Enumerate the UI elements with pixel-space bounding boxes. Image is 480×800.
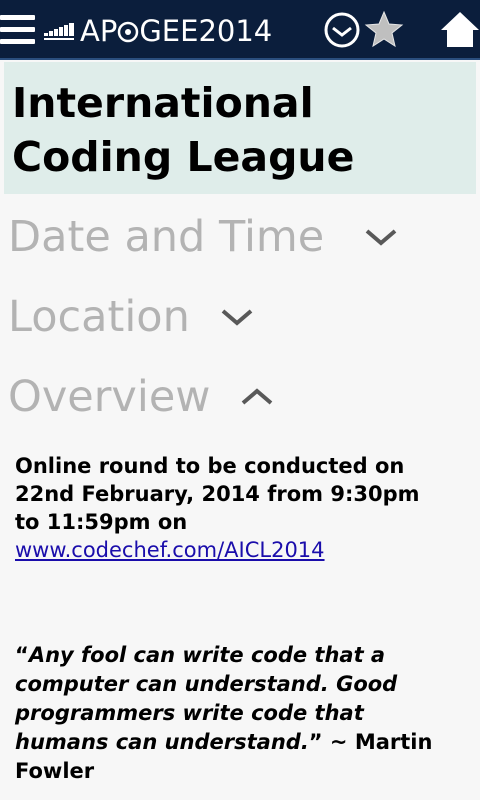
overview-details: Online round to be conducted on 22nd Feb… — [15, 452, 445, 564]
app-header: AP GEE2014 — [0, 0, 480, 60]
section-label: Location — [8, 292, 190, 342]
timer-icon[interactable] — [322, 10, 362, 50]
logo-icon — [44, 23, 74, 40]
section-overview[interactable]: Overview — [8, 362, 274, 432]
logo-o-icon — [118, 21, 139, 43]
codechef-link[interactable]: www.codechef.com/AICL2014 — [15, 538, 325, 562]
quote-close-mark: ” — [308, 730, 323, 754]
menu-icon[interactable] — [0, 13, 36, 47]
section-label: Overview — [8, 372, 211, 422]
section-label: Date and Time — [8, 212, 325, 262]
logo-text: AP GEE2014 — [80, 14, 273, 48]
section-date-time[interactable]: Date and Time — [8, 202, 398, 272]
chevron-up-icon — [242, 388, 273, 405]
home-icon[interactable] — [440, 10, 480, 50]
section-location[interactable]: Location — [8, 282, 254, 352]
overview-quote: “Any fool can write code that a computer… — [15, 641, 455, 786]
chevron-down-icon — [365, 229, 397, 246]
quote-open-mark: “ — [15, 643, 29, 667]
overview-text: Online round to be conducted on 22nd Feb… — [15, 454, 420, 534]
chevron-down-icon — [221, 309, 253, 326]
app-logo: AP GEE2014 — [44, 12, 272, 50]
star-icon[interactable] — [364, 10, 404, 50]
page-title: International Coding League — [12, 79, 355, 181]
